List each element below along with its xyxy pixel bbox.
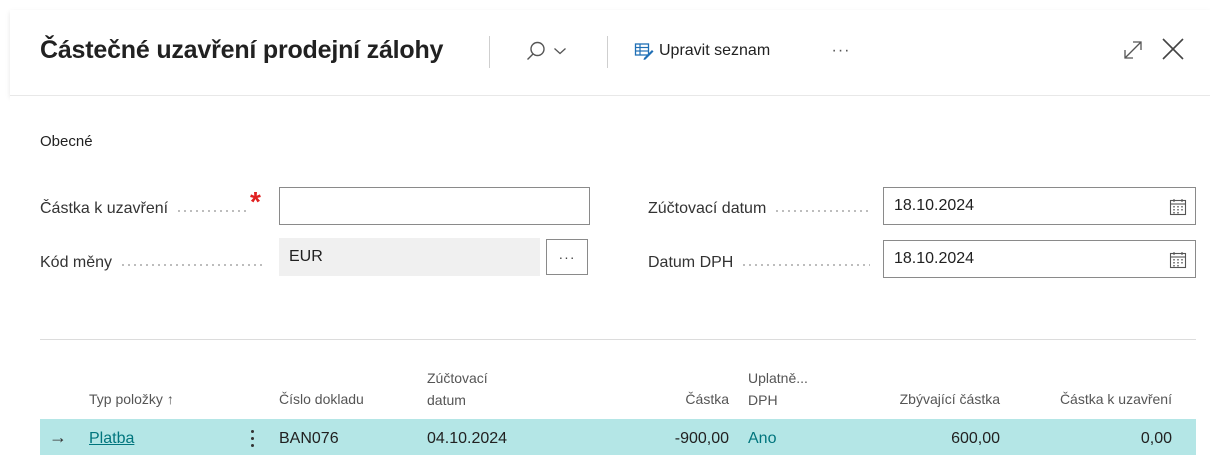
vat-applied-cell: Ano — [748, 430, 777, 447]
row-selected-arrow: → — [49, 427, 67, 447]
more-options-button[interactable]: ··· — [826, 32, 856, 70]
vat-date-label: Datum DPH — [648, 251, 870, 275]
column-header-amount-to-close[interactable]: Částka k uzavření — [1020, 390, 1172, 409]
amount-to-close-input[interactable] — [279, 187, 590, 225]
amount-cell: -900,00 — [674, 430, 729, 447]
column-header-entry-type[interactable]: Typ položky ↑ — [89, 390, 174, 409]
required-indicator: * — [250, 186, 261, 217]
header-separator — [607, 36, 608, 68]
row-actions-menu[interactable] — [244, 425, 260, 451]
header-separator — [489, 36, 490, 68]
calendar-icon[interactable] — [1169, 198, 1187, 216]
close-button[interactable] — [1160, 36, 1186, 62]
column-header-document-no[interactable]: Číslo dokladu — [279, 390, 364, 409]
dialog-body — [10, 96, 1210, 470]
page-title: Částečné uzavření prodejní zálohy — [40, 36, 444, 64]
edit-list-icon — [634, 43, 654, 60]
expand-icon — [1124, 41, 1142, 59]
section-divider — [40, 339, 1196, 340]
currency-code-field[interactable]: EUR — [279, 238, 540, 276]
partial-close-dialog: Částečné uzavření prodejní zálohy Upravi… — [0, 0, 1210, 470]
vat-date-value: 18.10.2024 — [894, 250, 975, 267]
chevron-down-icon — [554, 48, 566, 55]
column-header-remaining-amount[interactable]: Zbývající částka — [840, 390, 1000, 409]
posting-date-label: Zúčtovací datum — [648, 197, 870, 221]
entry-type-link[interactable]: Platba — [89, 430, 134, 448]
search-button[interactable] — [525, 33, 585, 69]
table-row[interactable] — [40, 419, 1196, 455]
amount-to-close-cell[interactable]: 0,00 — [1040, 430, 1172, 448]
expand-button[interactable] — [1121, 38, 1145, 62]
column-header-vat-applied[interactable]: Uplatně... DPH — [748, 369, 808, 410]
remaining-amount-cell: 600,00 — [951, 430, 1000, 447]
edit-list-label: Upravit seznam — [659, 42, 771, 59]
column-header-amount[interactable]: Částka — [640, 390, 729, 409]
calendar-icon[interactable] — [1169, 251, 1187, 269]
group-title-general[interactable]: Obecné — [40, 133, 93, 150]
posting-date-input[interactable]: 18.10.2024 — [883, 187, 1196, 225]
document-no-cell: BAN076 — [279, 430, 339, 447]
amount-to-close-label: Částka k uzavření — [40, 197, 246, 221]
edit-list-button[interactable]: Upravit seznam — [634, 32, 770, 70]
posting-date-cell: 04.10.2024 — [427, 430, 508, 447]
close-icon — [1162, 38, 1184, 60]
currency-lookup-button[interactable]: ··· — [546, 239, 588, 275]
vat-date-input[interactable]: 18.10.2024 — [883, 240, 1196, 278]
currency-code-label: Kód měny — [40, 251, 266, 275]
posting-date-value: 18.10.2024 — [894, 197, 975, 214]
column-header-posting-date[interactable]: Zúčtovací datum — [427, 369, 488, 410]
dialog-header: Částečné uzavření prodejní zálohy Upravi… — [10, 10, 1210, 96]
search-icon — [527, 41, 545, 60]
